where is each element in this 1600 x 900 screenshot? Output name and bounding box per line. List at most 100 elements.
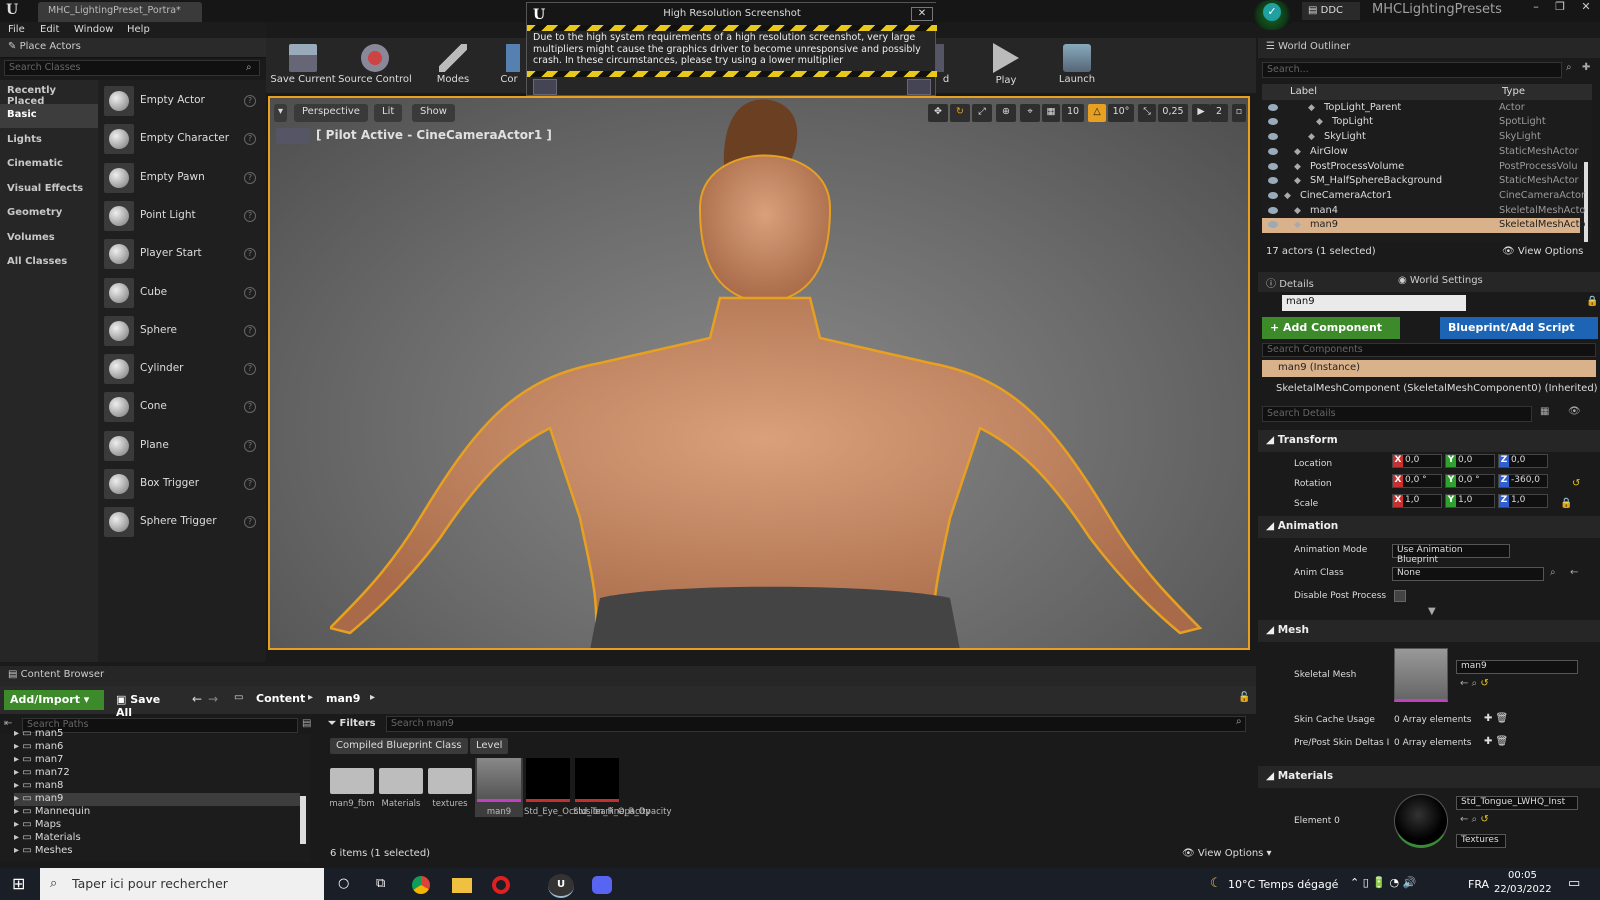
language-indicator[interactable]: FRA bbox=[1468, 878, 1489, 891]
discord-icon[interactable] bbox=[592, 876, 612, 894]
category-geometry[interactable]: Geometry bbox=[0, 202, 98, 226]
help-icon[interactable]: ? bbox=[244, 516, 256, 529]
scale-x-field[interactable]: X 1,0 bbox=[1392, 494, 1442, 508]
lock-icon[interactable]: 🔓 bbox=[1238, 692, 1250, 703]
location-z-field[interactable]: Z 0,0 bbox=[1498, 454, 1548, 468]
outliner-row-cinecameraactor1[interactable]: ◆ CineCameraActor1 CineCameraActor bbox=[1262, 189, 1585, 204]
textures-dropdown[interactable]: Textures bbox=[1456, 834, 1506, 848]
outliner-search-input[interactable]: Search... bbox=[1262, 62, 1562, 78]
asset-tile[interactable]: man9 bbox=[475, 758, 523, 817]
chrome-icon[interactable] bbox=[412, 876, 430, 894]
asset-tile[interactable]: man9_fbm bbox=[328, 758, 376, 809]
location-x-field[interactable]: X 0,0 bbox=[1392, 454, 1442, 468]
minimize-icon[interactable]: – bbox=[1524, 0, 1548, 18]
opera-icon[interactable] bbox=[492, 876, 510, 894]
mesh-section[interactable]: ◢ Mesh bbox=[1258, 620, 1600, 642]
visibility-eye-icon[interactable] bbox=[1268, 118, 1278, 126]
launch-button[interactable]: Launch bbox=[1044, 40, 1110, 92]
menu-window[interactable]: Window bbox=[74, 24, 113, 35]
place-actors-tab[interactable]: ✎ Place Actors bbox=[0, 38, 266, 58]
visibility-eye-icon[interactable] bbox=[1268, 191, 1278, 199]
actor-item[interactable]: Empty Actor? bbox=[104, 84, 260, 118]
world-outliner-tab[interactable]: ☰ World Outliner bbox=[1258, 38, 1600, 58]
asset-tile[interactable]: Std_Eye_Occlusion_R_Opacity bbox=[524, 758, 651, 817]
unreal-logo-icon[interactable]: U bbox=[6, 2, 22, 20]
actor-item[interactable]: Cube? bbox=[104, 276, 260, 310]
help-icon[interactable]: ? bbox=[244, 171, 256, 184]
outliner-row-skylight[interactable]: ◆ SkyLight SkyLight bbox=[1262, 130, 1580, 145]
clock-time[interactable]: 00:05 bbox=[1508, 870, 1537, 881]
folder-item[interactable]: ▸ ▭ Meshes bbox=[14, 845, 300, 858]
scale-lock-icon[interactable]: 🔒 bbox=[1560, 498, 1572, 509]
task-view-icon[interactable]: ⧉ bbox=[376, 876, 385, 891]
reset-rotation-icon[interactable]: ↺ bbox=[1572, 478, 1580, 489]
viewport-options-button[interactable]: ▾ bbox=[274, 104, 288, 122]
actor-item[interactable]: Sphere? bbox=[104, 314, 260, 348]
actor-item[interactable]: Point Light? bbox=[104, 199, 260, 233]
help-icon[interactable]: ? bbox=[244, 478, 256, 490]
folder-tree-scrollbar[interactable] bbox=[300, 796, 306, 844]
skeletal-mesh-dropdown[interactable]: man9 bbox=[1456, 660, 1578, 674]
content-browser-tab[interactable]: ▤ Content Browser bbox=[0, 666, 1256, 686]
capture-region-icon[interactable] bbox=[533, 79, 557, 95]
material-thumbnail[interactable] bbox=[1394, 794, 1448, 848]
menu-file[interactable]: File bbox=[8, 24, 25, 35]
folder-item[interactable]: ▸ ▭ man6 bbox=[14, 741, 300, 754]
source-control-icon[interactable]: ✓ bbox=[1263, 3, 1281, 21]
skeletal-mesh-component-row[interactable]: SkeletalMeshComponent (SkeletalMeshCompo… bbox=[1276, 383, 1598, 399]
file-explorer-icon[interactable] bbox=[452, 878, 472, 893]
category-basic[interactable]: Basic bbox=[0, 104, 98, 128]
col-label[interactable]: Label bbox=[1290, 86, 1317, 97]
folder-item[interactable]: ▸ ▭ Maps bbox=[14, 819, 300, 832]
lock-icon[interactable]: 🔒 bbox=[1586, 296, 1598, 307]
category-visual-effects[interactable]: Visual Effects bbox=[0, 178, 98, 202]
help-icon[interactable]: ? bbox=[244, 363, 256, 376]
visibility-eye-icon[interactable] bbox=[1268, 147, 1278, 155]
outliner-row-toplight[interactable]: ◆ TopLight SpotLight bbox=[1262, 115, 1580, 130]
folder-item[interactable]: ▸ ▭ man7 bbox=[14, 754, 300, 767]
category-lights[interactable]: Lights bbox=[0, 129, 98, 153]
category-cinematic[interactable]: Cinematic bbox=[0, 153, 98, 177]
actor-item[interactable]: Sphere Trigger? bbox=[104, 505, 260, 539]
animation-mode-dropdown[interactable]: Use Animation Blueprint bbox=[1392, 544, 1510, 565]
filter-chip-level[interactable]: Level bbox=[470, 738, 509, 754]
blueprint-add-script-button[interactable]: Blueprint/Add Script bbox=[1440, 317, 1598, 339]
skeletal-mesh-thumbnail[interactable] bbox=[1394, 648, 1448, 702]
folder-item[interactable]: ▸ ▭ man9 bbox=[14, 793, 300, 806]
visibility-eye-icon[interactable] bbox=[1268, 103, 1278, 111]
asset-tile[interactable]: Materials bbox=[377, 758, 425, 809]
eye-icon[interactable]: 👁 bbox=[1568, 406, 1581, 417]
rotation-z-field[interactable]: Z -360,0 bbox=[1498, 474, 1548, 488]
category-all-classes[interactable]: All Classes bbox=[0, 251, 98, 275]
help-icon[interactable]: ? bbox=[244, 439, 256, 452]
windows-start-icon[interactable]: ⊞ bbox=[12, 874, 25, 893]
details-tab[interactable]: ⓘ Details ◉ World Settings bbox=[1258, 272, 1600, 292]
add-filter-icon[interactable]: ✚ bbox=[1582, 62, 1590, 73]
cortana-icon[interactable]: ○ bbox=[338, 876, 349, 891]
system-tray-icons[interactable]: ⌃ ▯ 🔋 ◔ 🔊 bbox=[1350, 876, 1416, 889]
modes-button[interactable]: Modes bbox=[424, 40, 482, 92]
dialog-close-button[interactable]: ✕ bbox=[911, 7, 933, 21]
asset-tile[interactable]: Std_Tearline_R_Opacity bbox=[573, 758, 672, 817]
use-selected-icon[interactable]: ← ⌕ ↺ bbox=[1460, 678, 1489, 689]
outliner-row-postprocessvolume[interactable]: ◆ PostProcessVolume PostProcessVolu bbox=[1262, 160, 1580, 175]
actor-name-field[interactable]: man9 bbox=[1282, 295, 1466, 311]
location-label[interactable]: Location bbox=[1294, 459, 1332, 469]
col-type[interactable]: Type bbox=[1502, 86, 1525, 97]
anim-class-dropdown[interactable]: None bbox=[1392, 567, 1544, 581]
save-all-button[interactable]: ▣ Save All bbox=[112, 690, 182, 719]
add-element-icon[interactable]: ✚ 🗑 bbox=[1484, 713, 1508, 724]
help-icon[interactable]: ? bbox=[244, 133, 256, 146]
cb-view-options-button[interactable]: 👁 View Options ▾ bbox=[1182, 848, 1272, 859]
menu-edit[interactable]: Edit bbox=[40, 24, 59, 35]
material-dropdown[interactable]: Std_Tongue_LWHQ_Inst bbox=[1456, 796, 1578, 810]
category-recently-placed[interactable]: Recently Placed bbox=[0, 80, 98, 107]
world-settings-tab[interactable]: ◉ World Settings bbox=[1398, 275, 1483, 286]
path-view-options-icon[interactable]: ▤ bbox=[302, 718, 311, 729]
actor-item[interactable]: Player Start? bbox=[104, 237, 260, 271]
collapse-sources-icon[interactable]: ⇤ bbox=[4, 718, 12, 729]
add-component-button[interactable]: + Add Component bbox=[1262, 317, 1400, 339]
level-viewport[interactable]: ▾ Perspective Lit Show [ Pilot Active - … bbox=[268, 96, 1250, 650]
breadcrumb-content[interactable]: Content bbox=[256, 692, 305, 705]
help-icon[interactable]: ? bbox=[244, 401, 256, 414]
